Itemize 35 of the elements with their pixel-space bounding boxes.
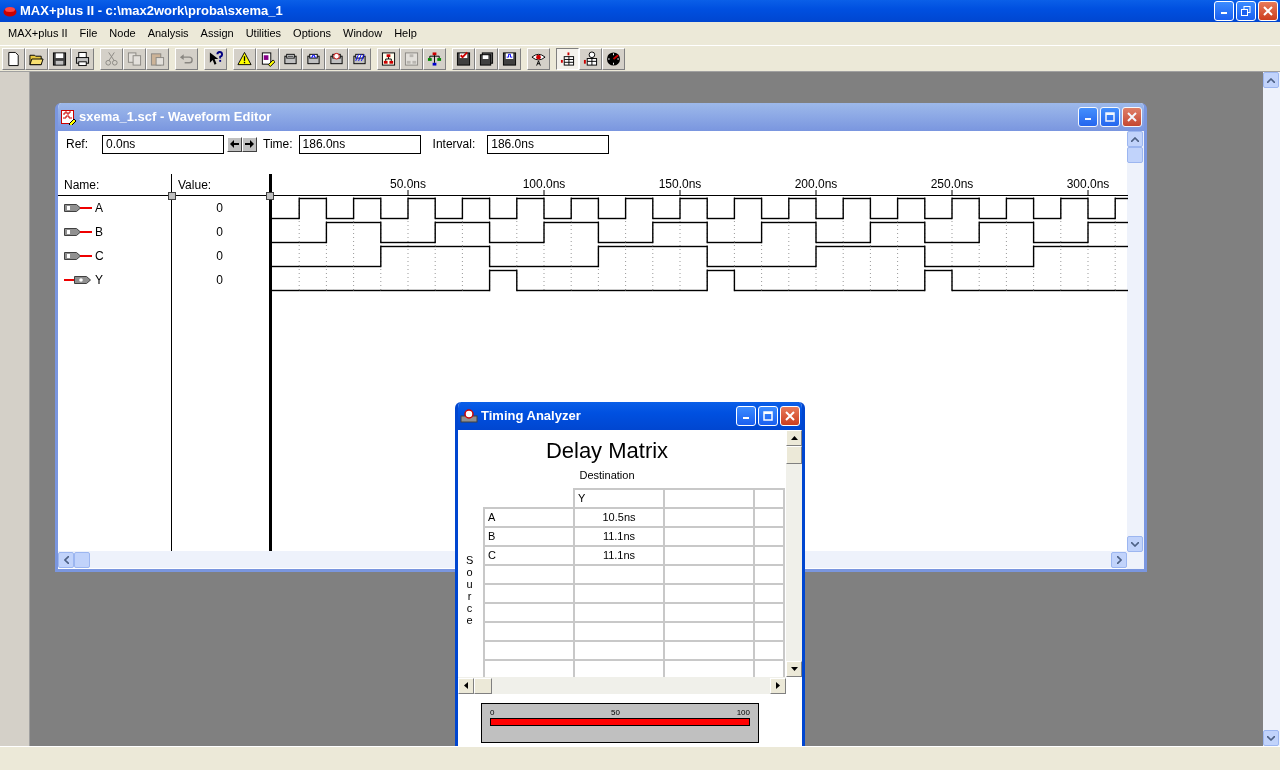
source-label: Source: [466, 553, 477, 628]
time-tick-label: 50.0ns: [390, 177, 426, 191]
signal-value: 0: [215, 272, 224, 289]
time-tick-label: 250.0ns: [930, 177, 974, 191]
time-tick-label: 200.0ns: [794, 177, 838, 191]
meter-scale-label: 0: [490, 708, 495, 718]
destination-label: Destination: [579, 468, 635, 483]
delay-value: 11.1ns: [574, 545, 664, 565]
window-title: sxema_1.scf - Waveform Editor: [79, 108, 273, 127]
signal-value: 0: [215, 200, 224, 217]
delay-value: 11.1ns: [574, 526, 664, 546]
window-title: MAX+plus II - c:\max2work\proba\sxema_1: [20, 2, 284, 21]
time-tick-label: 100.0ns: [522, 177, 566, 191]
time-tick-label: 300.0ns: [1066, 177, 1110, 191]
name-column-header: Name:: [64, 177, 100, 194]
signal-value: 0: [215, 224, 224, 241]
signal-name: C: [95, 248, 104, 265]
signal-name: A: [95, 200, 103, 217]
delay-value: 10.5ns: [574, 507, 664, 527]
ref-label: Ref:: [66, 136, 88, 153]
window-title: Timing Analyzer: [481, 407, 582, 426]
row-header: C: [484, 545, 574, 565]
meter-scale-label: 50: [611, 708, 620, 718]
signal-name: Y: [95, 272, 103, 289]
row-header: A: [484, 507, 574, 527]
value-column-header: Value:: [178, 177, 212, 194]
signal-name: B: [95, 224, 103, 241]
meter-scale-label: 100: [736, 708, 750, 718]
column-header: Y: [574, 488, 664, 508]
time-label: Time:: [263, 136, 293, 153]
row-header: B: [484, 526, 574, 546]
time-tick-label: 150.0ns: [658, 177, 702, 191]
signal-value: 0: [215, 248, 224, 265]
interval-label: Interval:: [432, 136, 476, 153]
matrix-title: Delay Matrix: [545, 437, 669, 465]
